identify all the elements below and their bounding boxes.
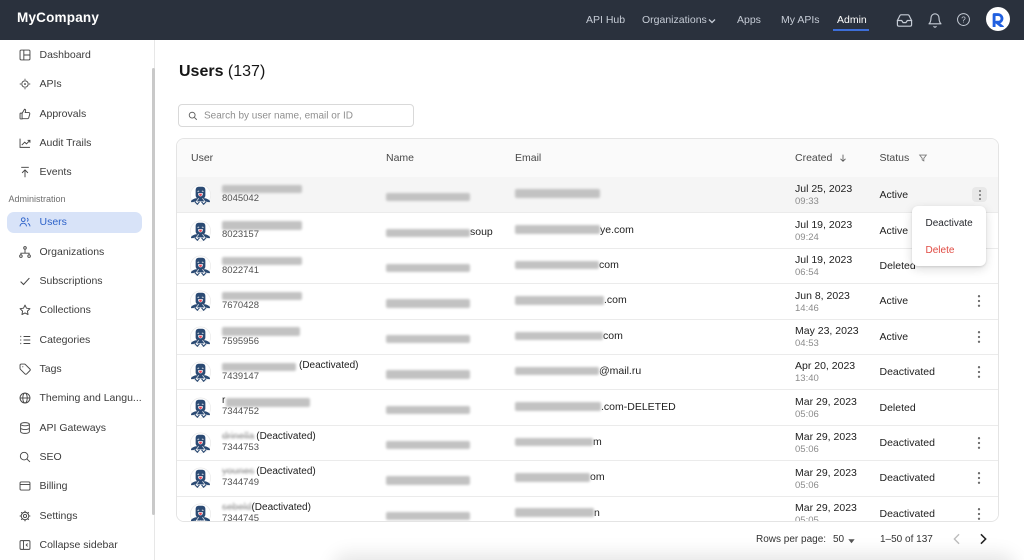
svg-text:?: ?: [961, 15, 966, 24]
